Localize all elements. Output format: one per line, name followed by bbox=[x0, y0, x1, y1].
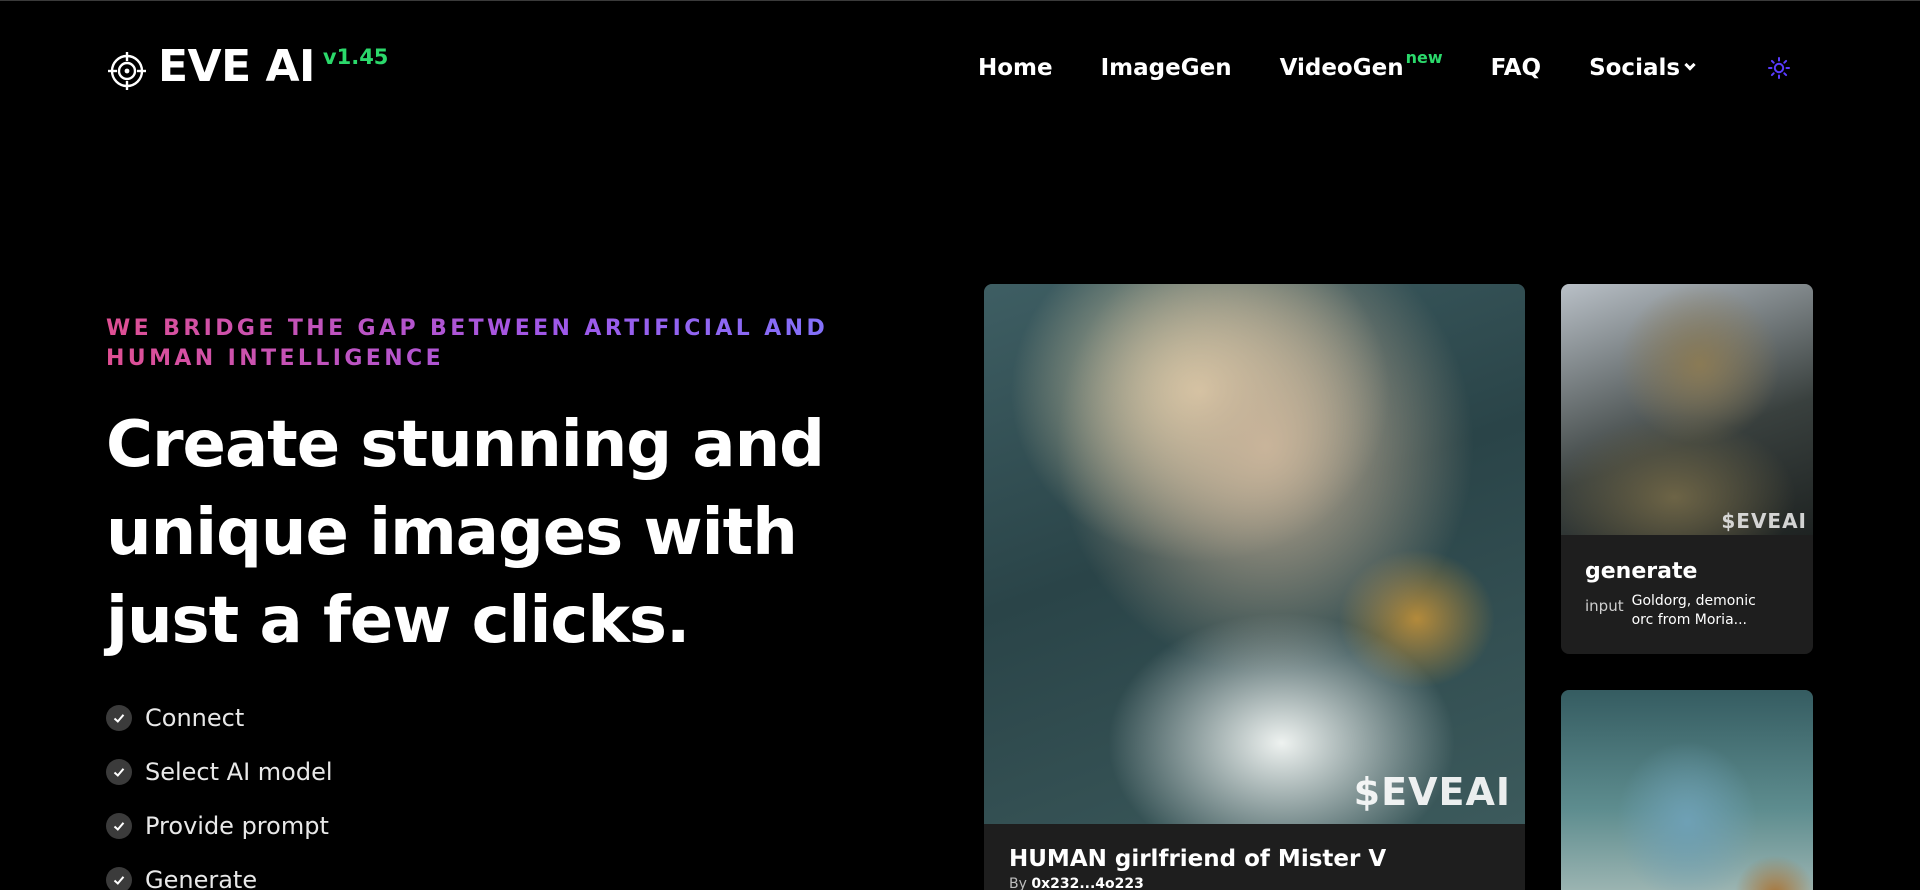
watermark: $EVEAI bbox=[1721, 509, 1807, 533]
card-title: generate bbox=[1585, 559, 1698, 584]
generated-image-portrait: $EVEAI bbox=[984, 284, 1525, 824]
watermark: $EVEAI bbox=[1353, 770, 1511, 814]
brand-logo[interactable]: EVE AI v1.45 bbox=[106, 41, 388, 93]
gallery-card-main[interactable]: $EVEAI HUMAN girlfriend of Mister V By 0… bbox=[984, 284, 1525, 890]
nav-socials[interactable]: Socials bbox=[1589, 52, 1696, 84]
step-item: Connect bbox=[106, 691, 333, 745]
target-crosshair-icon bbox=[108, 52, 146, 90]
generated-image-alien bbox=[1561, 690, 1813, 890]
main-nav: Home ImageGen VideoGen new FAQ Socials bbox=[978, 48, 1742, 84]
check-circle-icon bbox=[106, 759, 132, 785]
step-label: Connect bbox=[145, 704, 245, 732]
gallery-card-alien[interactable] bbox=[1561, 690, 1813, 890]
step-item: Select AI model bbox=[106, 745, 333, 799]
check-circle-icon bbox=[106, 813, 132, 839]
card-author[interactable]: 0x232...4o223 bbox=[1031, 876, 1144, 890]
nav-socials-label: Socials bbox=[1589, 55, 1681, 81]
hero-headline: Create stunning and unique images with j… bbox=[106, 408, 825, 658]
step-item: Provide prompt bbox=[106, 799, 333, 853]
hero-tagline: WE BRIDGE THE GAP BETWEEN ARTIFICIAL AND… bbox=[106, 314, 906, 374]
step-label: Generate bbox=[145, 866, 258, 890]
step-label: Select AI model bbox=[145, 758, 333, 786]
site-header: EVE AI v1.45 Home ImageGen VideoGen new … bbox=[0, 1, 1920, 136]
card-prompt: input Goldorg, demonic orc from Moria... bbox=[1561, 584, 1813, 630]
nav-videogen-label: VideoGen bbox=[1279, 55, 1404, 81]
nav-faq[interactable]: FAQ bbox=[1491, 52, 1541, 84]
gallery-card-orc[interactable]: $EVEAI generate input Goldorg, demonic o… bbox=[1561, 284, 1813, 654]
new-badge: new bbox=[1405, 48, 1443, 67]
sun-icon[interactable] bbox=[1766, 55, 1792, 81]
input-value: Goldorg, demonic orc from Moria... bbox=[1631, 593, 1756, 628]
generated-image-orc: $EVEAI bbox=[1561, 284, 1813, 535]
steps-list: Connect Select AI model Provide prompt G… bbox=[106, 691, 333, 890]
by-label: By bbox=[1009, 876, 1027, 890]
check-circle-icon bbox=[106, 867, 132, 890]
nav-videogen[interactable]: VideoGen new bbox=[1279, 48, 1443, 84]
step-item: Generate bbox=[106, 853, 333, 890]
nav-home[interactable]: Home bbox=[978, 52, 1053, 84]
brand-name: EVE AI bbox=[158, 41, 315, 92]
nav-imagegen[interactable]: ImageGen bbox=[1101, 52, 1232, 84]
card-title: HUMAN girlfriend of Mister V bbox=[1009, 846, 1387, 872]
card-byline: By 0x232...4o223 bbox=[984, 872, 1525, 890]
brand-version: v1.45 bbox=[322, 45, 389, 69]
step-label: Provide prompt bbox=[145, 812, 329, 840]
input-label: input bbox=[1585, 597, 1624, 615]
check-circle-icon bbox=[106, 705, 132, 731]
chevron-down-icon bbox=[1684, 59, 1696, 71]
